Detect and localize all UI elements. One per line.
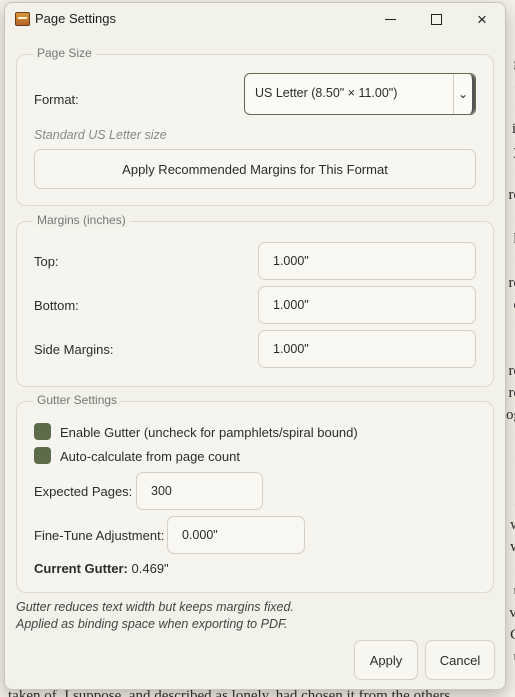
side-margins-label: Side Margins: — [34, 342, 114, 357]
expected-pages-label: Expected Pages: — [34, 484, 133, 499]
app-book-icon — [15, 12, 30, 26]
margins-group-title: Margins (inches) — [33, 213, 130, 227]
background-text-fragment: G — [510, 624, 515, 646]
chevron-down-icon[interactable]: ⌄ — [453, 74, 475, 114]
cancel-button[interactable]: Cancel — [425, 640, 495, 680]
current-gutter-label: Current Gutter: — [34, 561, 128, 576]
expected-pages-input[interactable]: 300 — [136, 472, 263, 510]
background-text-fragment: ro — [508, 363, 515, 379]
background-text-fragment: og — [506, 407, 515, 423]
maximize-icon — [430, 13, 442, 25]
minimize-button[interactable] — [367, 3, 413, 35]
gutter-note-line-2: Applied as binding space when exporting … — [16, 617, 288, 631]
page-size-group-title: Page Size — [33, 46, 96, 60]
background-text-fragment: vi — [509, 605, 515, 621]
format-hint: Standard US Letter size — [34, 128, 167, 142]
window-title: Page Settings — [35, 11, 116, 26]
background-text-fragment: w — [510, 536, 515, 558]
gutter-group: Gutter Settings Enable Gutter (uncheck f… — [16, 393, 494, 593]
bottom-margin-input[interactable]: 1.000" — [258, 286, 476, 324]
title-bar[interactable]: Page Settings × — [5, 3, 505, 35]
background-text-fragment: ro — [508, 275, 515, 291]
bottom-margin-label: Bottom: — [34, 298, 79, 313]
apply-recommended-margins-button[interactable]: Apply Recommended Margins for This Forma… — [34, 149, 476, 189]
margins-group: Margins (inches) Top: 1.000" Bottom: 1.0… — [16, 213, 494, 387]
close-icon: × — [477, 9, 487, 29]
page-size-group: Page Size Format: US Letter (8.50" × 11.… — [16, 46, 494, 206]
background-text-fragment: w — [510, 514, 515, 536]
minimize-icon — [384, 18, 396, 20]
enable-gutter-checkbox[interactable] — [34, 423, 51, 440]
top-margin-input[interactable]: 1.000" — [258, 242, 476, 280]
gutter-group-title: Gutter Settings — [33, 393, 122, 407]
format-select[interactable]: US Letter (8.50" × 11.00") ⌄ — [244, 73, 476, 115]
side-margins-input[interactable]: 1.000" — [258, 330, 476, 368]
format-label: Format: — [34, 92, 79, 107]
top-margin-label: Top: — [34, 254, 59, 269]
maximize-button[interactable] — [413, 3, 459, 35]
fine-tune-label: Fine-Tune Adjustment: — [34, 528, 165, 543]
auto-calculate-checkbox[interactable] — [34, 447, 51, 464]
format-select-value: US Letter (8.50" × 11.00") — [255, 86, 398, 100]
close-button[interactable]: × — [459, 3, 505, 35]
current-gutter-readout: Current Gutter: 0.469" — [34, 561, 169, 576]
background-text-fragment: ro — [508, 385, 515, 401]
current-gutter-value: 0.469" — [131, 561, 169, 576]
fine-tune-input[interactable]: 0.000" — [167, 516, 305, 554]
enable-gutter-label[interactable]: Enable Gutter (uncheck for pamphlets/spi… — [60, 425, 358, 440]
auto-calculate-label[interactable]: Auto-calculate from page count — [60, 449, 240, 464]
gutter-note-line-1: Gutter reduces text width but keeps marg… — [16, 600, 294, 614]
page-settings-dialog: Page Settings × Page Size Format: US Let… — [4, 2, 506, 690]
background-text-fragment: ro — [508, 187, 515, 203]
apply-button[interactable]: Apply — [354, 640, 418, 680]
